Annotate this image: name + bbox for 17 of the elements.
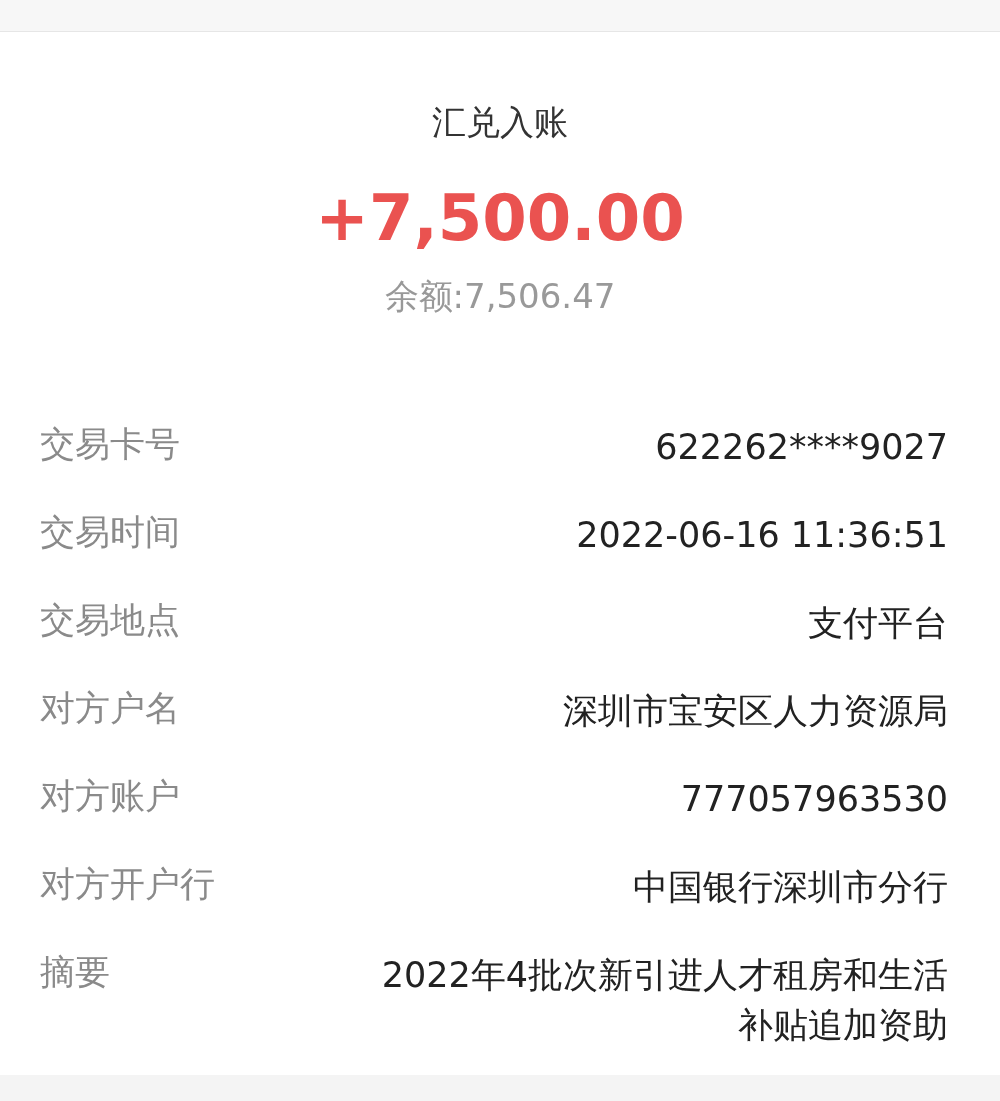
field-value: 2022年4批次新引进人才租房和生活补贴追加资助 <box>380 954 948 1047</box>
field-label: 摘要 <box>40 951 110 994</box>
field-label: 交易时间 <box>40 511 180 554</box>
field-label: 对方户名 <box>40 687 180 730</box>
page-title: 汇兑入账 <box>432 101 568 144</box>
field-value: 777057963530 <box>680 778 948 821</box>
field-value: 622262****9027 <box>655 426 948 469</box>
field-label: 对方开户行 <box>40 863 215 906</box>
amount-text: +7,500.00 <box>315 180 685 256</box>
field-label: 交易地点 <box>40 599 180 642</box>
field-value: 深圳市宝安区人力资源局 <box>563 690 948 733</box>
field-label: 对方账户 <box>40 775 180 818</box>
field-value: 支付平台 <box>808 602 948 645</box>
field-label: 交易卡号 <box>40 423 180 466</box>
field-value: 中国银行深圳市分行 <box>633 866 948 909</box>
field-value: 2022-06-16 11:36:51 <box>576 514 948 557</box>
balance-text: 余额:7,506.47 <box>384 275 616 318</box>
